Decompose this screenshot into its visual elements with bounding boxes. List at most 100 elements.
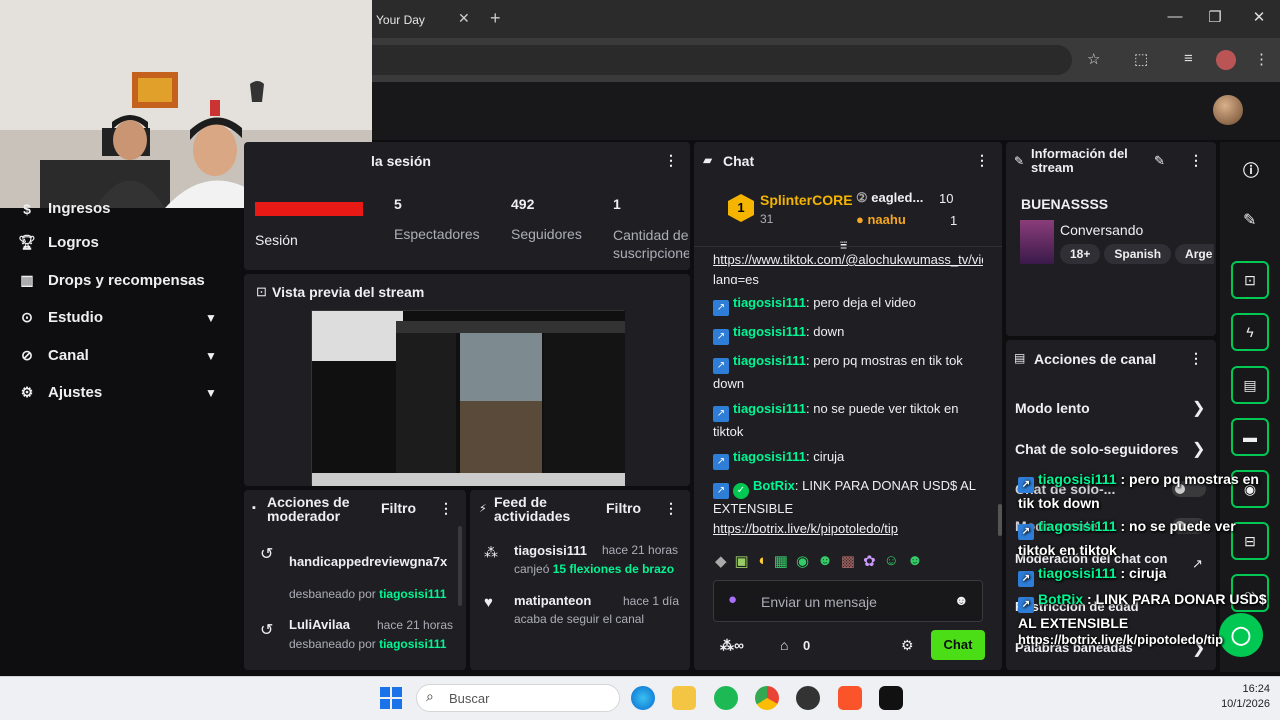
tiktok-icon[interactable] [879,686,903,710]
document-icon[interactable]: ▤ [1231,366,1269,404]
emoji-icon[interactable]: ☻ [954,592,969,608]
chrome-icon[interactable] [755,686,779,710]
tag[interactable]: Spanish [1104,244,1172,264]
sidebar-item-label: Logros [48,234,99,251]
emote-icon[interactable]: ▣ [735,552,749,572]
mod-item-user: LuliAvilaa [289,617,350,632]
sidebar-item-ingresos[interactable]: $ Ingresos [18,200,110,217]
channel-points-icon[interactable]: ⁂∞ [720,637,744,654]
search-placeholder: Buscar [449,691,490,706]
moderator-name[interactable]: tiagosisi111 [379,637,446,651]
sidebar-item-estudio[interactable]: ⊙ Estudio [18,309,103,326]
browser-menu-icon[interactable]: ⋮ [1254,50,1269,68]
spotify-icon[interactable] [714,686,738,710]
stream-title: BUENASSSS [1021,196,1109,212]
more-options-icon[interactable]: ⋮ [1189,350,1203,367]
bolt-icon: ⚡︎ [479,503,487,515]
stream-preview-video[interactable] [311,310,625,486]
sidebar-item-canal[interactable]: ⊘ Canal [18,347,89,364]
minimize-button[interactable]: — [1160,8,1190,25]
chevron-down-icon[interactable]: ▼ [205,311,217,325]
pencil-icon[interactable]: ✎ [1243,210,1256,230]
obs-icon[interactable] [796,686,820,710]
chat-bubble-icon[interactable]: ▬ [1231,418,1269,456]
activity-user[interactable]: tiagosisi111 [514,543,587,558]
address-bar[interactable] [372,45,1072,75]
tag[interactable]: Arge [1175,244,1214,264]
points-count: 0 [803,638,811,653]
chat-scrollbar[interactable] [998,504,1002,536]
mod-actions-panel: ▪ Acciones de moderador Filtro ⋮ ↺ handi… [244,490,466,670]
chat-settings-icon[interactable]: ⚙ [901,637,914,654]
activity-user[interactable]: matipanteon [514,593,591,608]
edit-icon[interactable]: ✎ [1154,153,1165,169]
tag[interactable]: 18+ [1060,244,1101,264]
chevron-right-icon[interactable]: ❯ [1192,439,1205,459]
taskbar-search[interactable]: Buscar [416,684,620,712]
windows-start-icon[interactable] [380,687,402,709]
info-icon[interactable]: ⓘ [1243,157,1259,181]
file-explorer-icon[interactable] [672,686,696,710]
scrollbar[interactable] [458,526,462,606]
window-close-button[interactable]: ✕ [1244,8,1274,26]
rank-badge: 1 [728,194,754,222]
chat-send-button[interactable]: Chat [931,630,985,660]
chevron-down-icon[interactable]: ▼ [205,349,217,363]
emote-icon[interactable]: ◖ [757,552,766,572]
more-options-icon[interactable]: ⋮ [439,500,453,517]
avatar[interactable] [1213,95,1243,125]
more-options-icon[interactable]: ⋮ [664,152,678,169]
emote-icon[interactable]: ☻ [907,552,923,572]
edge-icon[interactable] [631,686,655,710]
profile-icon[interactable] [1216,50,1236,70]
screenshot-icon[interactable]: ⊡ [1231,261,1269,299]
tab-close-icon[interactable]: ✕ [458,10,470,27]
chat-message: ↗ tiagosisi111: pero pq mostras en tik to… [713,353,963,391]
overlay-message: ↗ tiagosisi111 : no se puede ver tiktok e… [1018,518,1236,558]
chat-link[interactable]: https://botrix.live/k/pipotoledo/tip [713,521,898,536]
emote-icon[interactable]: ✿ [863,552,876,572]
lightning-icon[interactable]: ϟ [1231,313,1269,351]
gear-icon: ⚙ [20,384,34,400]
unban-icon: ↺ [260,546,274,563]
more-options-icon[interactable]: ⋮ [664,500,678,517]
filter-button[interactable]: Filtro [381,500,416,516]
extensions-icon[interactable]: ⬚ [1134,50,1148,68]
system-clock[interactable]: 16:24 10/1/2026 [1200,682,1270,712]
sidebar-item-logros[interactable]: 🏆︎ Logros [18,234,99,251]
store-icon[interactable]: ⌂ [780,637,788,653]
chat-input[interactable]: ● Enviar un mensaje ☻ [713,580,983,622]
media-icon[interactable]: ≡ [1184,50,1193,67]
clock-time: 16:24 [1242,683,1270,695]
emote-bar[interactable]: ◆ ▣ ◖ ▦ ◉ ☻ ▩ ✿ ☺ ☻ [715,552,983,572]
brave-icon[interactable] [838,686,862,710]
more-options-icon[interactable]: ⋮ [1189,152,1203,169]
new-tab-button[interactable]: + [490,8,501,29]
preview-icon: ⊡ [256,284,267,299]
emote-icon[interactable]: ☻ [817,552,833,572]
chevron-down-icon[interactable]: ▼ [205,386,217,400]
sidebar-item-ajustes[interactable]: ⚙ Ajustes [18,384,102,401]
emote-icon[interactable]: ◆ [715,552,727,572]
moderator-name[interactable]: tiagosisi111 [379,587,446,601]
chat-link[interactable]: https://www.tiktok.com/@alochukwumass_tv… [713,250,983,284]
action-slow-mode[interactable]: Modo lento [1015,400,1090,416]
more-options-icon[interactable]: ⋮ [975,152,989,169]
panel-title: Información del stream [1031,146,1128,175]
microphone-icon[interactable]: ● [728,591,737,608]
emote-icon[interactable]: ◉ [796,552,809,572]
emote-icon[interactable]: ▩ [841,552,855,572]
emote-icon[interactable]: ☺ [884,552,899,572]
star-icon[interactable]: ☆ [1087,50,1100,68]
mod-item-action: desbaneado por tiagosisi111 [289,637,447,651]
maximize-button[interactable]: ❐ [1200,8,1230,26]
emote-icon[interactable]: ▦ [774,552,788,572]
sidebar-item-drops[interactable]: ▥ Drops y recompensas [18,272,204,289]
activity-text: canjeó 15 flexiones de brazo [514,562,675,576]
overlay-link: https://botrix.live/k/pipotoledo/tip [1018,632,1224,647]
action-followers-only[interactable]: Chat de solo-seguidores [1015,441,1178,457]
filter-button[interactable]: Filtro [606,500,641,516]
overlay-badge-icon: ↗ [1018,524,1034,540]
stat-value: 492 [511,196,535,212]
chevron-right-icon[interactable]: ❯ [1192,398,1205,418]
